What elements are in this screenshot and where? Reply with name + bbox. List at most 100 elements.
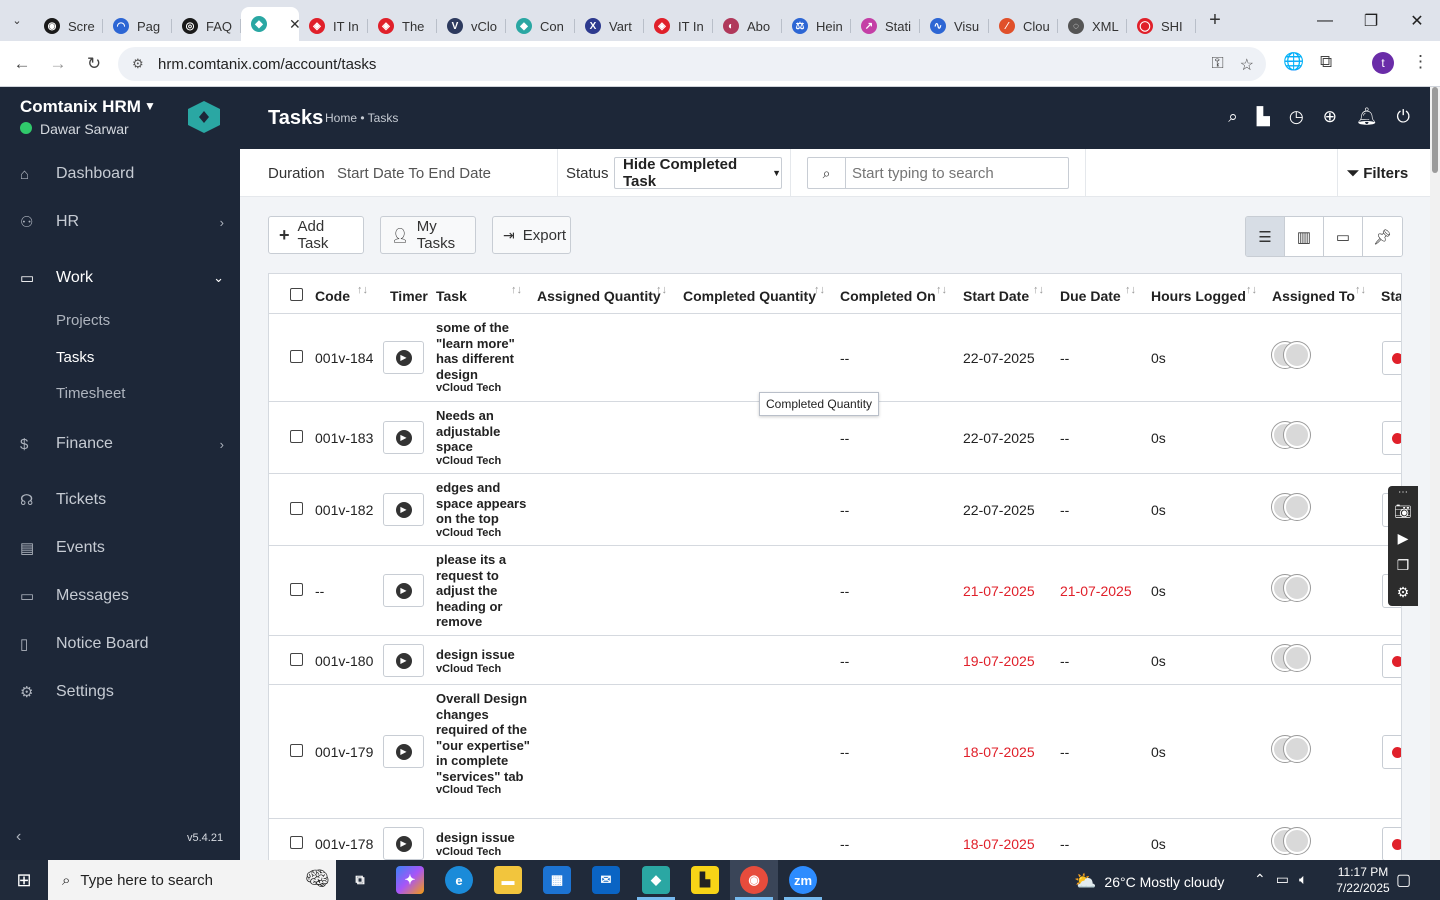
col-task[interactable]: Task	[436, 288, 467, 304]
task-code[interactable]: 001v-180	[315, 653, 373, 669]
scrollbar-thumb[interactable]	[1432, 87, 1438, 173]
add-task-button[interactable]: + Add Task	[268, 216, 364, 254]
task-code[interactable]: 001v-182	[315, 502, 373, 518]
sort-icon[interactable]: ↑↓	[936, 284, 947, 296]
browser-tab[interactable]: ◆ ✕	[241, 7, 299, 41]
list-view-icon[interactable]: ☰	[1246, 217, 1285, 256]
page-scrollbar[interactable]	[1430, 87, 1440, 860]
col-code[interactable]: Code	[315, 288, 350, 304]
sort-icon[interactable]: ↑↓	[511, 284, 522, 296]
task-title[interactable]: design issue	[436, 830, 515, 845]
task-code[interactable]: 001v-183	[315, 430, 373, 446]
start-timer-button[interactable]: ▶	[383, 644, 424, 677]
site-info-icon[interactable]: ⚙	[132, 56, 150, 72]
mail-icon[interactable]: ✉	[592, 866, 620, 894]
avatar[interactable]	[1284, 342, 1310, 368]
translate-icon[interactable]: 🌐	[1283, 52, 1304, 72]
tab-search-icon[interactable]: ⌄	[0, 6, 34, 36]
task-code[interactable]: 001v-179	[315, 744, 373, 760]
file-explorer-icon[interactable]: ▬	[494, 866, 522, 894]
app-logo[interactable]	[188, 101, 220, 133]
task-title[interactable]: Overall Design changes required of the "…	[436, 691, 530, 784]
filters-button[interactable]: ⏷ Filters	[1347, 165, 1408, 182]
search-input[interactable]	[846, 159, 1068, 187]
sidebar-item-hr[interactable]: ⚇ HR ›	[0, 202, 240, 242]
status-dropdown[interactable]	[1382, 341, 1401, 375]
extensions-icon[interactable]: ⧉	[1320, 52, 1332, 72]
browser-tab[interactable]: ◆ Con	[506, 11, 575, 41]
sidebar-subitem-tasks[interactable]: Tasks	[56, 349, 94, 366]
task-title[interactable]: some of the "learn more" has different d…	[436, 320, 515, 382]
assignee-avatars[interactable]	[1272, 828, 1312, 854]
col-completed-on[interactable]: Completed On	[840, 288, 936, 304]
window-icon[interactable]: ❐	[1388, 552, 1418, 579]
sort-icon[interactable]: ↑↓	[357, 284, 368, 296]
sidebar-item-work[interactable]: ▭ Work ⌄	[0, 258, 240, 298]
browser-tab[interactable]: ◐ Abo	[713, 11, 782, 41]
url-field[interactable]: ⚙ hrm.comtanix.com/account/tasks ⚿ ☆	[118, 47, 1266, 81]
browser-tab[interactable]: X Vart	[575, 11, 644, 41]
status-select[interactable]: Hide Completed Task ▼	[614, 156, 782, 190]
row-checkbox[interactable]	[290, 430, 303, 443]
video-icon[interactable]: ▶	[1388, 525, 1418, 552]
forward-icon[interactable]: →	[40, 54, 76, 74]
browser-tab[interactable]: ↗ Stati	[851, 11, 920, 41]
profile-avatar[interactable]: t	[1372, 52, 1394, 74]
task-view-icon[interactable]: ⧉	[346, 866, 374, 894]
sort-icon[interactable]: ↑↓	[1355, 284, 1366, 296]
pin-icon[interactable]: 📌︎	[1363, 217, 1402, 256]
task-code[interactable]: 001v-184	[315, 350, 373, 366]
table-row[interactable]: -- ▶ please its a request to adjust the he…	[269, 546, 1401, 636]
table-row[interactable]: 001v-180 ▶ design issue vCloud Tech -- 19-07-…	[269, 636, 1401, 685]
task-title[interactable]: please its a request to adjust the headi…	[436, 552, 506, 629]
start-timer-button[interactable]: ▶	[383, 421, 424, 454]
task-name[interactable]: design issue vCloud Tech	[436, 830, 534, 859]
avatar[interactable]	[1284, 645, 1310, 671]
my-tasks-button[interactable]: 👤︎ My Tasks	[380, 216, 476, 254]
task-project[interactable]: vCloud Tech	[436, 663, 534, 676]
browser-tab[interactable]: ◎ FAQ	[172, 11, 241, 41]
back-icon[interactable]: ←	[4, 54, 40, 74]
col-completed-quantity[interactable]: Completed Quantity	[683, 288, 816, 304]
browser-tab[interactable]: ◈ The	[368, 11, 437, 41]
power-icon[interactable]: ⏻	[1397, 107, 1410, 127]
select-all-checkbox[interactable]	[290, 288, 303, 301]
more-icon[interactable]: ⋯	[1388, 486, 1418, 498]
browser-tab[interactable]: VvClo	[437, 11, 506, 41]
clock-icon[interactable]: ◷	[1289, 107, 1304, 127]
row-checkbox[interactable]	[290, 502, 303, 515]
table-row[interactable]: 001v-179 ▶ Overall Design changes required…	[269, 685, 1401, 819]
avatar[interactable]	[1284, 828, 1310, 854]
start-timer-button[interactable]: ▶	[383, 827, 424, 860]
task-project[interactable]: vCloud Tech	[436, 382, 534, 395]
edge-icon[interactable]: e	[445, 866, 473, 894]
duration-range[interactable]: Start Date To End Date	[337, 165, 491, 182]
sort-icon[interactable]: ↑↓	[814, 284, 825, 296]
assignee-avatars[interactable]	[1272, 422, 1312, 448]
table-row[interactable]: 001v-184 ▶ some of the "learn more" has di…	[269, 314, 1401, 402]
sidebar-subitem-timesheet[interactable]: Timesheet	[56, 385, 125, 402]
close-tab-icon[interactable]: ✕	[289, 16, 299, 33]
network-icon[interactable]: ▭	[1276, 871, 1289, 888]
chevron-up-icon[interactable]: ⌃	[1254, 871, 1266, 888]
avatar[interactable]	[1284, 494, 1310, 520]
camera-icon[interactable]: 📷︎	[1388, 498, 1418, 525]
assignee-avatars[interactable]	[1272, 736, 1312, 762]
avatar[interactable]	[1284, 736, 1310, 762]
browser-tab[interactable]: ◠ Pag	[103, 11, 172, 41]
status-dropdown[interactable]	[1382, 421, 1401, 455]
chevron-down-icon[interactable]: ▼	[144, 99, 156, 113]
browser-tab[interactable]: ⚖ Hein	[782, 11, 851, 41]
task-code[interactable]: --	[315, 583, 324, 599]
task-name[interactable]: Needs an adjustable space vCloud Tech	[436, 408, 534, 468]
sidebar-item-settings[interactable]: ⚙ Settings	[0, 672, 240, 712]
sidebar-item-finance[interactable]: $ Finance ›	[0, 424, 240, 464]
row-checkbox[interactable]	[290, 583, 303, 596]
row-checkbox[interactable]	[290, 744, 303, 757]
comtanix-app-icon[interactable]: ◆	[642, 866, 670, 894]
browser-tab[interactable]: ◉ Scre	[34, 11, 103, 41]
export-button[interactable]: ⇥ Export	[492, 216, 571, 254]
weather-widget[interactable]: ⛅ 26°C Mostly cloudy	[1074, 871, 1224, 892]
task-name[interactable]: please its a request to adjust the headi…	[436, 552, 534, 630]
sidebar-item-tickets[interactable]: ☊ Tickets	[0, 480, 240, 520]
